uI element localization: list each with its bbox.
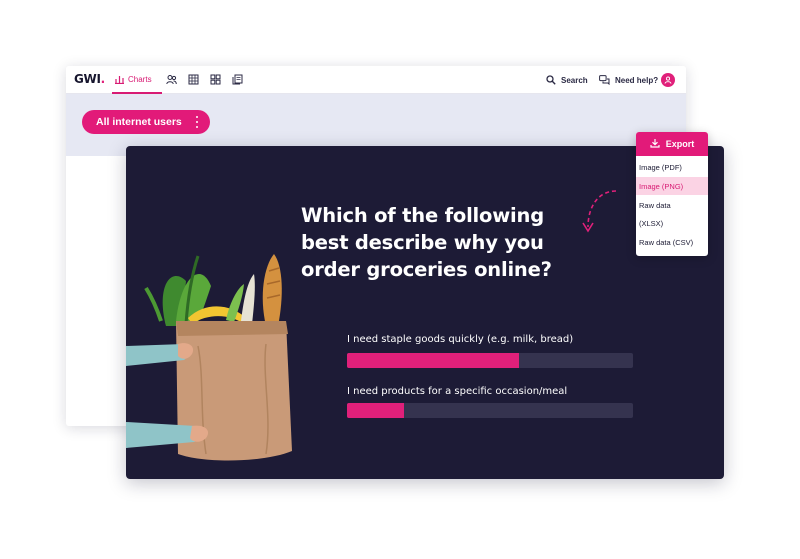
gwi-logo[interactable]: GWI. xyxy=(74,72,105,86)
tab-charts[interactable]: Charts xyxy=(112,66,162,94)
audience-label: All internet users xyxy=(96,116,182,128)
bar-track xyxy=(347,353,633,368)
user-avatar[interactable] xyxy=(661,73,675,87)
bar-chart-icon xyxy=(115,75,124,84)
top-navigation-bar: GWI. Charts Search Need help? xyxy=(66,66,686,94)
bar-label: I need staple goods quickly (e.g. milk, … xyxy=(347,334,574,345)
bar-fill xyxy=(347,403,405,418)
bar-label: I need products for a specific occasion/… xyxy=(347,386,568,397)
export-option-raw-data-xlsx[interactable]: Raw data xyxy=(636,196,708,214)
bar-track xyxy=(347,403,633,418)
export-option-image-pdf[interactable]: Image (PDF) xyxy=(636,158,708,176)
reports-icon[interactable] xyxy=(232,74,243,85)
question-line: best describe why you xyxy=(301,231,544,254)
export-option-label: Image (PDF) xyxy=(639,162,682,172)
export-option-image-png[interactable]: Image (PNG) xyxy=(636,177,708,195)
logo-dot: . xyxy=(100,72,106,86)
help-button[interactable]: Need help? xyxy=(599,66,658,94)
export-option-label: Raw data xyxy=(639,200,671,210)
question-line: order groceries online? xyxy=(301,258,552,281)
export-option-label: Raw data (CSV) xyxy=(639,237,694,247)
grocery-bag-illustration xyxy=(126,254,292,461)
export-option-label: (XLSX) xyxy=(639,218,664,228)
tab-charts-label: Charts xyxy=(128,74,152,84)
export-menu: Export Image (PDF) Image (PNG) Raw data … xyxy=(636,132,708,256)
user-icon xyxy=(664,76,672,84)
search-label: Search xyxy=(561,75,588,85)
chat-bubbles-icon xyxy=(599,75,610,85)
export-option-raw-data-csv[interactable]: Raw data (CSV) xyxy=(636,233,708,251)
chart-card: Which of the following best describe why… xyxy=(126,146,724,479)
bar-fill xyxy=(347,353,519,368)
export-label: Export xyxy=(665,139,695,149)
audiences-icon[interactable] xyxy=(166,74,177,85)
export-button[interactable]: Export xyxy=(636,132,708,156)
export-option-label: Image (PNG) xyxy=(639,181,684,191)
dashboard-icon[interactable] xyxy=(210,74,221,85)
table-icon[interactable] xyxy=(188,74,199,85)
search-icon xyxy=(546,75,556,85)
logo-text: GWI xyxy=(74,72,101,86)
audience-selector-button[interactable]: All internet users xyxy=(82,110,210,134)
search-button[interactable]: Search xyxy=(546,66,588,94)
more-options-icon[interactable] xyxy=(194,116,200,128)
dashed-arrow-icon xyxy=(582,190,617,233)
download-icon xyxy=(650,138,660,150)
question-line: Which of the following xyxy=(301,204,544,227)
help-label: Need help? xyxy=(615,75,659,85)
export-option-raw-data-xlsx-cont[interactable]: (XLSX) xyxy=(636,214,708,232)
chart-question-title: Which of the following best describe why… xyxy=(301,202,591,283)
